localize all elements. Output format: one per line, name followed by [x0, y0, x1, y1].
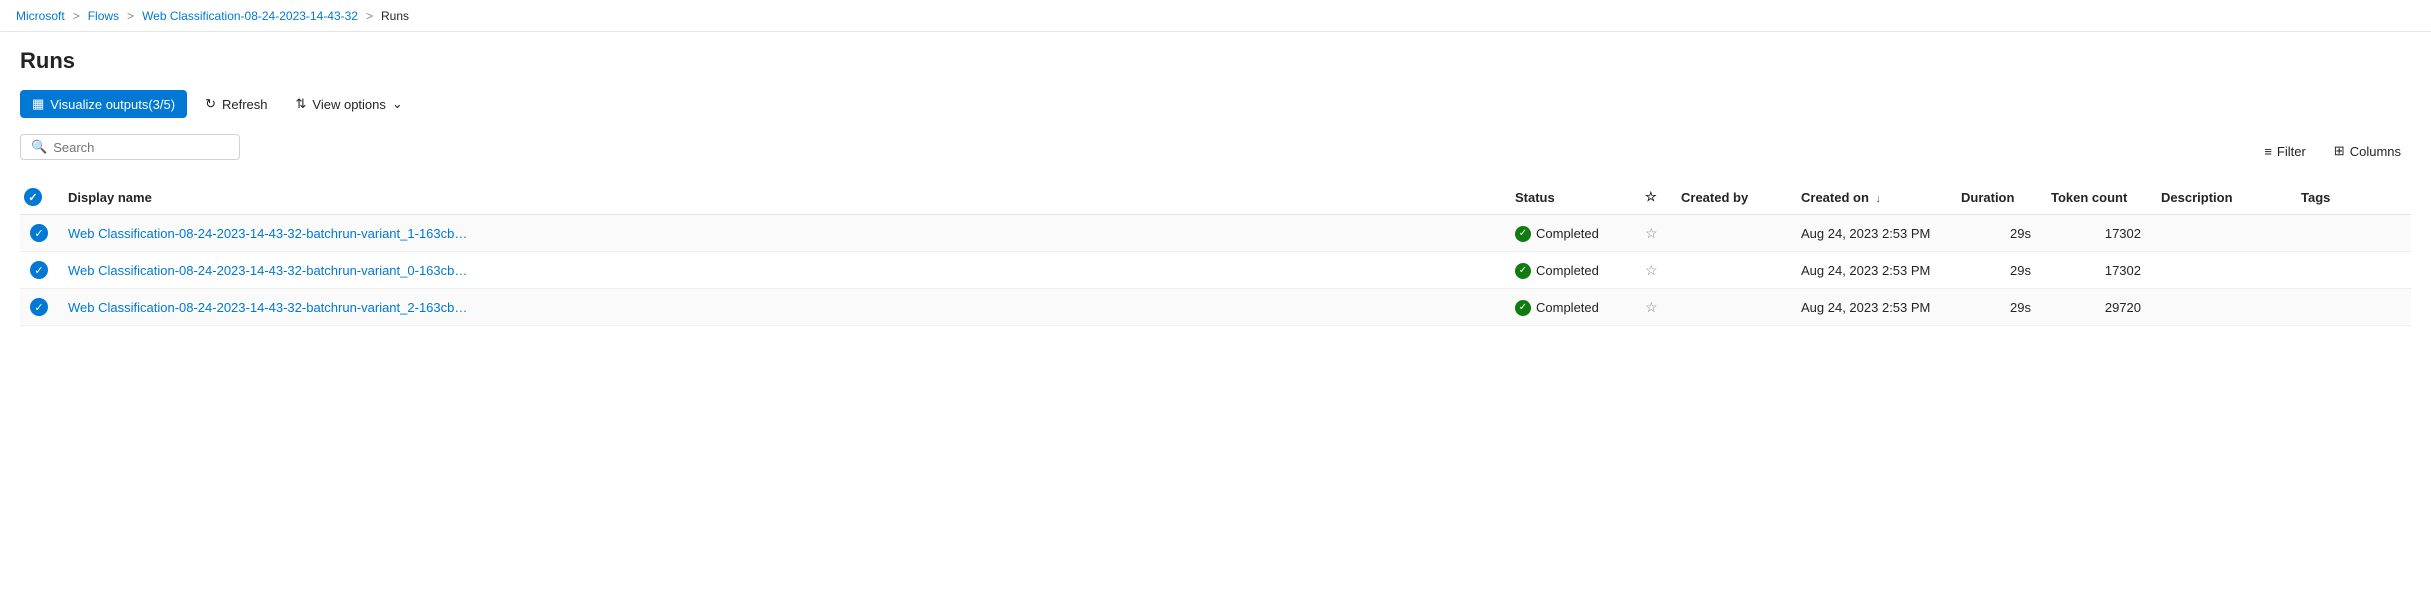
row-tags — [2291, 289, 2411, 326]
filter-button[interactable]: ≡ Filter — [2254, 139, 2315, 164]
runs-table: ✓ Display name Status ☆ Created by Creat… — [20, 180, 2411, 326]
grid-icon: ▦ — [32, 96, 44, 112]
status-label: Completed — [1536, 226, 1599, 241]
row-token-count: 17302 — [2041, 215, 2151, 252]
row-status: ✓ Completed — [1505, 289, 1635, 326]
favorite-star-icon[interactable]: ☆ — [1645, 225, 1658, 241]
row-favorite[interactable]: ☆ — [1635, 289, 1671, 326]
breadcrumb: Microsoft > Flows > Web Classification-0… — [0, 0, 2431, 32]
status-completed-icon: ✓ — [1515, 300, 1531, 316]
chevron-down-icon: ⌄ — [392, 96, 403, 112]
view-options-label: View options — [312, 97, 385, 112]
th-token-count[interactable]: Token count — [2041, 180, 2151, 215]
visualize-label: Visualize outputs(3/5) — [50, 97, 175, 112]
status-label: Completed — [1536, 263, 1599, 278]
row-duration: 29s — [1951, 215, 2041, 252]
filter-label: Filter — [2277, 144, 2306, 159]
row-checkbox[interactable]: ✓ — [20, 289, 58, 326]
row-description — [2151, 215, 2291, 252]
columns-icon: ⊞ — [2334, 143, 2345, 159]
row-created-on: Aug 24, 2023 2:53 PM — [1791, 215, 1951, 252]
row-name: Web Classification-08-24-2023-14-43-32-b… — [58, 289, 1505, 326]
columns-label: Columns — [2350, 144, 2401, 159]
status-completed-icon: ✓ — [1515, 263, 1531, 279]
nav-flows[interactable]: Flows — [88, 9, 119, 23]
row-name: Web Classification-08-24-2023-14-43-32-b… — [58, 252, 1505, 289]
table-actions: ≡ Filter ⊞ Columns — [2254, 138, 2411, 164]
sort-icon: ↓ — [1876, 193, 1882, 205]
row-token-count: 17302 — [2041, 252, 2151, 289]
row-name-link[interactable]: Web Classification-08-24-2023-14-43-32-b… — [68, 263, 468, 278]
columns-button[interactable]: ⊞ Columns — [2324, 138, 2411, 164]
th-tags[interactable]: Tags — [2291, 180, 2411, 215]
th-display-name[interactable]: Display name — [58, 180, 1505, 215]
row-created-by — [1671, 252, 1791, 289]
refresh-label: Refresh — [222, 97, 268, 112]
row-created-by — [1671, 289, 1791, 326]
row-created-on: Aug 24, 2023 2:53 PM — [1791, 252, 1951, 289]
row-checkbox[interactable]: ✓ — [20, 215, 58, 252]
row-tags — [2291, 215, 2411, 252]
search-wrapper: 🔍 — [20, 134, 240, 160]
toolbar: ▦ Visualize outputs(3/5) ↻ Refresh ⇅ Vie… — [20, 90, 2411, 118]
visualize-outputs-button[interactable]: ▦ Visualize outputs(3/5) — [20, 90, 187, 118]
view-options-button[interactable]: ⇅ View options ⌄ — [286, 90, 413, 118]
row-created-on: Aug 24, 2023 2:53 PM — [1791, 289, 1951, 326]
status-completed-icon: ✓ — [1515, 226, 1531, 242]
table-row: ✓ Web Classification-08-24-2023-14-43-32… — [20, 215, 2411, 252]
row-duration: 29s — [1951, 289, 2041, 326]
row-description — [2151, 289, 2291, 326]
search-icon: 🔍 — [31, 139, 47, 155]
search-input[interactable] — [53, 140, 229, 155]
row-created-by — [1671, 215, 1791, 252]
filter-icon: ≡ — [2264, 144, 2272, 159]
page-content: Runs ▦ Visualize outputs(3/5) ↻ Refresh … — [0, 32, 2431, 342]
refresh-icon: ↻ — [205, 96, 216, 112]
th-duration[interactable]: Duration — [1951, 180, 2041, 215]
th-status[interactable]: Status — [1505, 180, 1635, 215]
status-label: Completed — [1536, 300, 1599, 315]
row-name-link[interactable]: Web Classification-08-24-2023-14-43-32-b… — [68, 226, 468, 241]
favorite-star-icon[interactable]: ☆ — [1645, 262, 1658, 278]
table-row: ✓ Web Classification-08-24-2023-14-43-32… — [20, 289, 2411, 326]
th-check[interactable]: ✓ — [20, 180, 58, 215]
page-title: Runs — [20, 48, 2411, 74]
favorite-star-icon[interactable]: ☆ — [1645, 299, 1658, 315]
star-icon: ☆ — [1645, 189, 1657, 204]
table-header-row: ✓ Display name Status ☆ Created by Creat… — [20, 180, 2411, 215]
row-favorite[interactable]: ☆ — [1635, 215, 1671, 252]
row-status: ✓ Completed — [1505, 252, 1635, 289]
nav-microsoft[interactable]: Microsoft — [16, 9, 65, 23]
th-created-by[interactable]: Created by — [1671, 180, 1791, 215]
view-options-icon: ⇅ — [296, 96, 307, 112]
th-created-on[interactable]: Created on ↓ — [1791, 180, 1951, 215]
row-name-link[interactable]: Web Classification-08-24-2023-14-43-32-b… — [68, 300, 468, 315]
row-description — [2151, 252, 2291, 289]
row-token-count: 29720 — [2041, 289, 2151, 326]
table-row: ✓ Web Classification-08-24-2023-14-43-32… — [20, 252, 2411, 289]
row-favorite[interactable]: ☆ — [1635, 252, 1671, 289]
row-name: Web Classification-08-24-2023-14-43-32-b… — [58, 215, 1505, 252]
refresh-button[interactable]: ↻ Refresh — [195, 90, 277, 118]
row-duration: 29s — [1951, 252, 2041, 289]
nav-flow-name[interactable]: Web Classification-08-24-2023-14-43-32 — [142, 9, 358, 23]
row-status: ✓ Completed — [1505, 215, 1635, 252]
row-checkbox[interactable]: ✓ — [20, 252, 58, 289]
th-description[interactable]: Description — [2151, 180, 2291, 215]
nav-current: Runs — [381, 9, 409, 23]
row-tags — [2291, 252, 2411, 289]
select-all-checkbox[interactable]: ✓ — [24, 188, 42, 206]
th-fav: ☆ — [1635, 180, 1671, 215]
